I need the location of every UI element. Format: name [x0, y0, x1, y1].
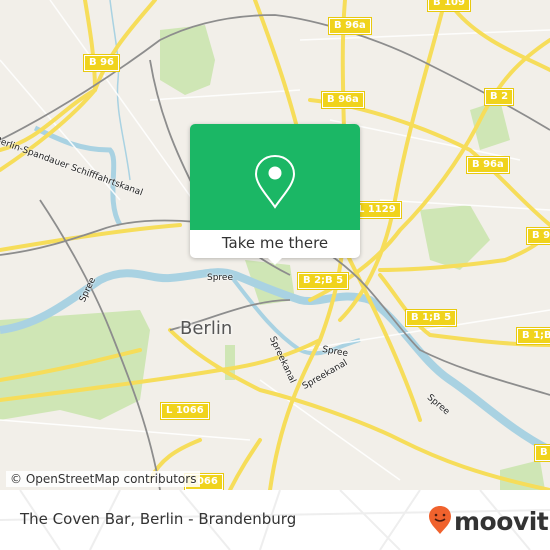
road-label: B 2;B 5	[296, 272, 350, 290]
map-pin-icon	[254, 154, 296, 214]
road-label: B 96a	[466, 156, 510, 174]
moovit-logo[interactable]: moovit	[428, 505, 549, 539]
map-view[interactable]: B 109 B 96 B 96a B 96a B 96a B 96a B 2 L…	[0, 0, 550, 490]
road-label: B 2	[483, 88, 515, 106]
take-me-there-button[interactable]: Take me there	[190, 230, 360, 258]
popup-header	[190, 124, 360, 230]
water-label: Spree	[207, 273, 234, 283]
moovit-smiley-pin-icon	[428, 505, 452, 539]
brand-name: moovit	[454, 507, 549, 536]
road-label: B 109	[427, 0, 471, 12]
road-label: B 1;B	[516, 327, 550, 345]
road-label: L 1066	[160, 402, 210, 420]
map-attribution[interactable]: © OpenStreetMap contributors	[6, 471, 201, 487]
road-label: B 96	[82, 54, 121, 72]
place-title: The Coven Bar, Berlin - Brandenburg	[20, 510, 297, 528]
road-label: B 96a	[321, 91, 365, 109]
road-label: B 9	[533, 444, 550, 462]
road-label: L 1129	[352, 201, 402, 219]
city-label: Berlin	[180, 318, 233, 339]
location-popup: Take me there	[190, 124, 360, 265]
popup-tail	[267, 257, 283, 265]
road-label: B 96a	[526, 227, 550, 245]
road-label: B 96a	[328, 17, 372, 35]
road-label: B 1;B 5	[404, 309, 458, 327]
